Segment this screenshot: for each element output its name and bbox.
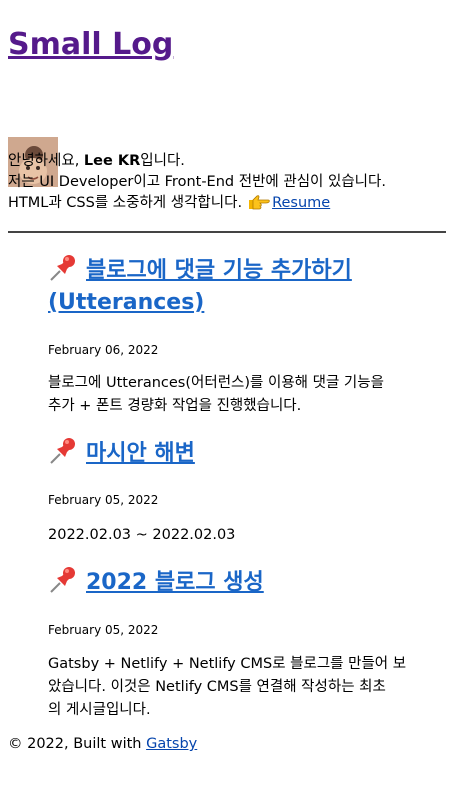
site-title-link[interactable]: Small Log [8,27,173,62]
bio-line-1: 안녕하세요, Lee KR입니다. [8,153,185,169]
post-date: February 05, 2022 [48,493,159,507]
post-excerpt: 2022.02.03 ~ 2022.02.03 [48,527,236,543]
post-item: 블로그에 댓글 기능 추가하기 (Utterances) February 06,… [48,253,440,414]
bio-text: 안녕하세요, Lee KR입니다. 저는 UI Developer이고 Fron… [8,151,444,214]
post-title-link[interactable]: 블로그에 댓글 기능 추가하기 (Utterances) [48,255,352,315]
pointing-hand-icon [248,194,270,210]
header-divider [8,231,446,233]
bio-line-2: 저는 UI Developer이고 Front-End 전반에 관심이 있습니다… [8,174,386,190]
resume-link[interactable]: Resume [272,195,330,211]
footer: © 2022, Built with Gatsby [8,736,198,752]
post-title: 마시안 해변 [48,436,440,470]
post-title: 블로그에 댓글 기능 추가하기 (Utterances) [48,253,440,319]
post-item: 2022 블로그 생성 February 05, 2022 Gatsby + N… [48,565,440,718]
post-title: 2022 블로그 생성 [48,565,440,599]
post-item: 마시안 해변 February 05, 2022 2022.02.03 ~ 20… [48,436,440,543]
pushpin-icon [48,565,78,595]
bio-line-3: HTML과 CSS를 소중하게 생각합니다. Resume [8,194,331,211]
post-date: February 05, 2022 [48,623,159,637]
site-title: Small Log [8,26,173,64]
post-excerpt: Gatsby + Netlify + Netlify CMS로 블로그를 만들어… [48,656,407,718]
post-title-link[interactable]: 2022 블로그 생성 [48,567,264,595]
post-title-link[interactable]: 마시안 해변 [48,438,195,466]
post-excerpt: 블로그에 Utterances(어터런스)를 이용해 댓글 기능을 추가 + 폰… [48,375,384,414]
page: Small Log 안녕하세요, Lee KR입니다. 저는 UI Develo… [0,0,452,810]
author-name: Lee KR [83,153,141,169]
post-date: February 06, 2022 [48,343,159,357]
pushpin-icon [48,253,78,283]
gatsby-link[interactable]: Gatsby [146,736,197,752]
pushpin-icon [48,436,78,466]
